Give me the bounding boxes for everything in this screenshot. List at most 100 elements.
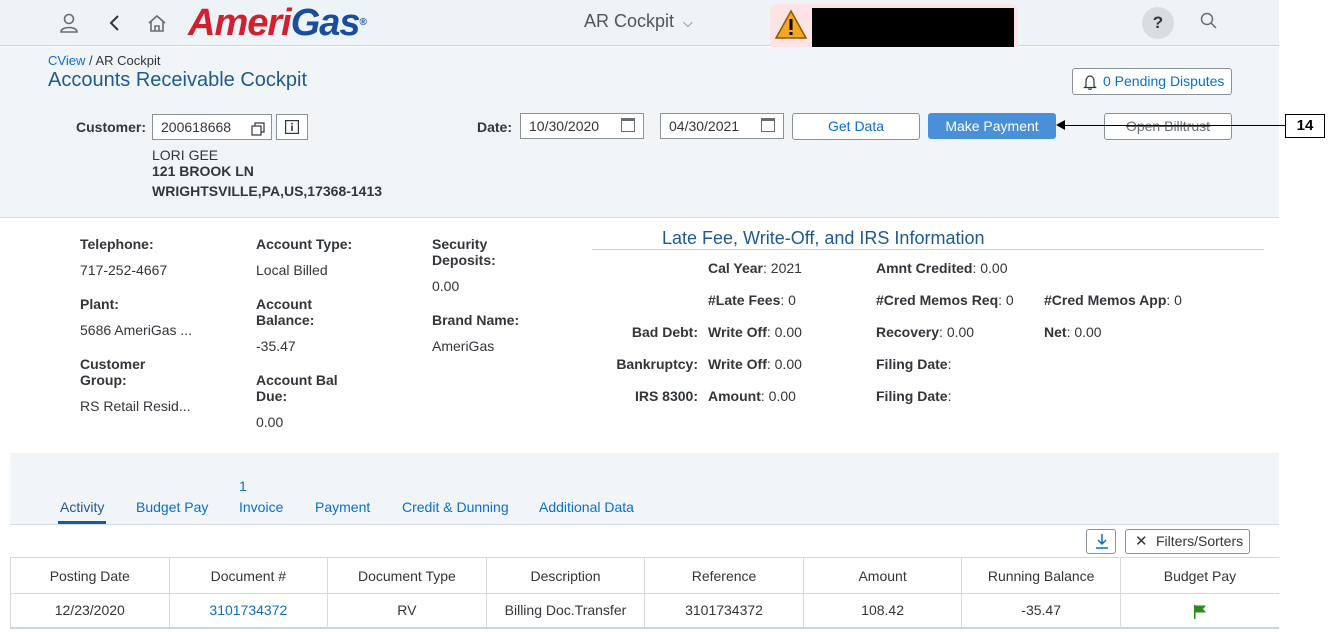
breadcrumb-separator: / bbox=[85, 53, 96, 68]
callout-arrow bbox=[1056, 120, 1065, 130]
shell-bar: AmeriGas® AR Cockpit ⌵ ? bbox=[0, 0, 1279, 46]
cell-amount: 108.42 bbox=[802, 593, 962, 629]
bankruptcy-writeoff: Write Off: 0.00 bbox=[708, 356, 802, 372]
make-payment-button[interactable]: Make Payment bbox=[928, 113, 1056, 139]
bankruptcy-filing-date: Filing Date: bbox=[876, 356, 951, 372]
account-bal-due-label-1: Account Bal bbox=[256, 372, 338, 388]
app-title-menu[interactable]: AR Cockpit ⌵ bbox=[584, 11, 693, 32]
search-icon[interactable] bbox=[1199, 11, 1219, 34]
active-tab-indicator bbox=[58, 521, 106, 524]
get-data-button[interactable]: Get Data bbox=[792, 113, 920, 140]
brand-name-value: AmeriGas bbox=[432, 338, 495, 354]
breadcrumb-current: AR Cockpit bbox=[95, 53, 161, 68]
breadcrumb: CView / AR Cockpit bbox=[48, 53, 161, 68]
late-fees-value: : 0 bbox=[780, 292, 796, 308]
cal-year-label: Cal Year bbox=[708, 260, 764, 276]
cred-memos-req-value: : 0 bbox=[998, 292, 1014, 308]
invoice-tab-count: 1 bbox=[239, 478, 247, 494]
customer-group-value: RS Retail Resid... bbox=[80, 398, 191, 414]
date-from-input[interactable]: 10/30/2020 bbox=[520, 113, 644, 139]
customer-info-button[interactable] bbox=[276, 114, 308, 140]
chevron-down-icon: ⌵ bbox=[683, 15, 693, 30]
column-header-document[interactable]: Document # bbox=[168, 557, 328, 594]
logo-registered-mark: ® bbox=[359, 17, 367, 28]
close-icon: ✕ bbox=[1135, 533, 1148, 550]
column-header-reference[interactable]: Reference bbox=[644, 557, 804, 594]
callout-line bbox=[1058, 125, 1286, 126]
table-header-row: Posting Date Document # Document Type De… bbox=[10, 557, 1279, 594]
account-type-value: Local Billed bbox=[256, 262, 328, 278]
bankruptcy-label: Bankruptcy: bbox=[616, 356, 698, 372]
bell-icon bbox=[1083, 73, 1097, 98]
home-icon[interactable] bbox=[146, 12, 168, 34]
cell-document-type: RV bbox=[327, 593, 487, 629]
cal-year: Cal Year: 2021 bbox=[708, 260, 802, 276]
calendar-icon[interactable] bbox=[621, 118, 635, 132]
green-flag-icon bbox=[1193, 604, 1207, 620]
activity-table: Posting Date Document # Document Type De… bbox=[10, 557, 1279, 629]
pending-disputes-button[interactable]: 0 Pending Disputes bbox=[1072, 68, 1232, 95]
address-line-2: WRIGHTSVILLE,PA,US,17368-1413 bbox=[152, 183, 383, 199]
amerigas-logo[interactable]: AmeriGas® bbox=[188, 2, 367, 44]
cell-budget-pay bbox=[1119, 593, 1279, 629]
cell-description: Billing Doc.Transfer bbox=[485, 593, 645, 629]
back-icon[interactable] bbox=[104, 12, 126, 34]
download-icon bbox=[1096, 534, 1108, 549]
calendar-icon[interactable] bbox=[761, 118, 775, 132]
table-row[interactable]: 12/23/2020 3101734372 RV Billing Doc.Tra… bbox=[10, 593, 1279, 629]
late-fee-divider bbox=[592, 249, 1264, 250]
logo-gas-text: Gas bbox=[290, 2, 361, 44]
brand-name-label: Brand Name: bbox=[432, 312, 520, 328]
column-header-description[interactable]: Description bbox=[485, 557, 645, 594]
account-balance-label-2: Balance: bbox=[256, 312, 315, 328]
tab-additional-data[interactable]: Additional Data bbox=[539, 499, 634, 515]
user-icon[interactable] bbox=[58, 12, 80, 34]
tab-credit-dunning[interactable]: Credit & Dunning bbox=[402, 499, 509, 515]
security-deposits-label-1: Security bbox=[432, 236, 488, 252]
security-deposits-value: 0.00 bbox=[432, 278, 460, 294]
breadcrumb-link-cview[interactable]: CView bbox=[48, 53, 85, 68]
column-header-document-type[interactable]: Document Type bbox=[327, 557, 487, 594]
customer-value: 200618668 bbox=[161, 119, 232, 135]
tab-budget-pay[interactable]: Budget Pay bbox=[136, 499, 208, 515]
cred-memos-app-label: #Cred Memos App bbox=[1044, 292, 1167, 308]
open-billtrust-button[interactable]: Open Billtrust bbox=[1104, 113, 1232, 140]
tab-invoice[interactable]: Invoice bbox=[239, 499, 283, 515]
date-label: Date: bbox=[477, 119, 513, 135]
late-fees: #Late Fees: 0 bbox=[708, 292, 796, 308]
filters-sorters-button[interactable]: ✕ Filters/Sorters bbox=[1125, 529, 1250, 554]
irs-amount: Amount: 0.00 bbox=[708, 388, 796, 404]
column-header-running-balance[interactable]: Running Balance bbox=[961, 557, 1121, 594]
cell-document-link[interactable]: 3101734372 bbox=[168, 593, 328, 629]
recovery-value: : 0.00 bbox=[939, 324, 975, 340]
copy-icon[interactable] bbox=[251, 119, 265, 143]
cred-memos-app: #Cred Memos App: 0 bbox=[1044, 292, 1182, 308]
date-from-value: 10/30/2020 bbox=[529, 118, 600, 134]
cred-memos-req-label: #Cred Memos Req bbox=[876, 292, 999, 308]
filing-date-label: Filing Date bbox=[876, 356, 948, 372]
column-header-budget-pay[interactable]: Budget Pay bbox=[1119, 557, 1279, 594]
customer-input[interactable]: 200618668 bbox=[152, 114, 272, 140]
app-title: AR Cockpit bbox=[584, 11, 675, 31]
bad-debt-writeoff-value: : 0.00 bbox=[766, 324, 802, 340]
tab-activity[interactable]: Activity bbox=[60, 499, 104, 515]
amnt-credited: Amnt Credited: 0.00 bbox=[876, 260, 1007, 276]
filing-date-label: Filing Date bbox=[876, 388, 948, 404]
help-button[interactable]: ? bbox=[1142, 7, 1174, 39]
download-button[interactable] bbox=[1086, 529, 1116, 554]
date-to-input[interactable]: 04/30/2021 bbox=[660, 113, 784, 139]
filters-sorters-label: Filters/Sorters bbox=[1156, 533, 1244, 549]
column-header-amount[interactable]: Amount bbox=[802, 557, 962, 594]
date-to-value: 04/30/2021 bbox=[669, 118, 740, 134]
column-header-posting-date[interactable]: Posting Date bbox=[10, 557, 170, 594]
net-value: : 0.00 bbox=[1066, 324, 1102, 340]
net-label: Net bbox=[1044, 324, 1067, 340]
net: Net: 0.00 bbox=[1044, 324, 1102, 340]
cell-running-balance: -35.47 bbox=[961, 593, 1121, 629]
cell-posting-date: 12/23/2020 bbox=[10, 593, 170, 629]
address-line-1: 121 BROOK LN bbox=[152, 163, 254, 179]
filing-date-value: : bbox=[947, 356, 952, 372]
account-balance-label-1: Account bbox=[256, 296, 312, 312]
filing-date-value: : bbox=[947, 388, 952, 404]
tab-payment[interactable]: Payment bbox=[315, 499, 370, 515]
